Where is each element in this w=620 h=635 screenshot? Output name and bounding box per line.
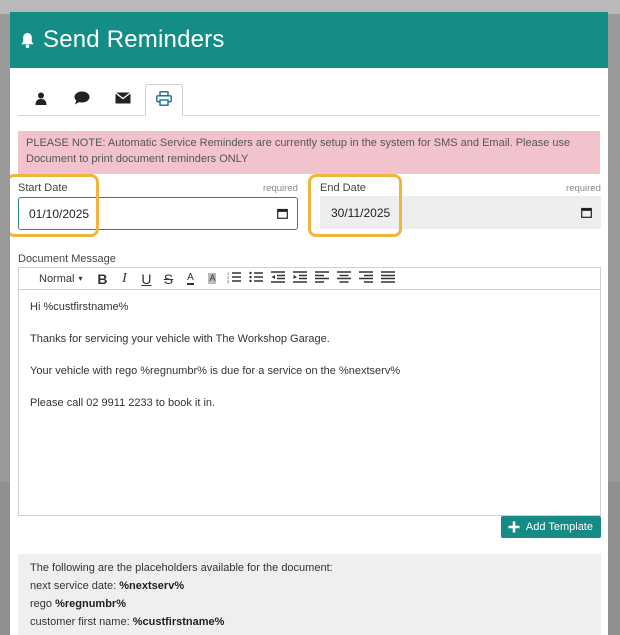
placeholder-code: %regnumbr% (55, 598, 126, 610)
tab-email[interactable] (104, 84, 142, 115)
bold-button[interactable]: B (91, 270, 113, 288)
placeholder-label: customer first name: (30, 616, 133, 628)
italic-icon: I (122, 270, 127, 286)
plus-icon (508, 521, 520, 533)
background-color-icon: A (208, 273, 217, 284)
indent-decrease-icon (271, 271, 286, 286)
tab-sms[interactable] (63, 84, 101, 115)
editor-toolbar: Normal ▾ B I U S A A 123 (19, 268, 600, 290)
placeholder-code: %custfirstname% (132, 616, 225, 628)
rich-text-editor: Normal ▾ B I U S A A 123 Hi %custfirstna… (18, 267, 601, 516)
align-justify-icon (381, 271, 396, 286)
tab-document[interactable] (145, 84, 183, 116)
align-right-icon (359, 271, 374, 286)
start-date-highlight (10, 174, 99, 237)
align-center-button[interactable] (333, 270, 355, 288)
calendar-icon[interactable] (571, 207, 601, 218)
end-date-required: required (566, 183, 601, 194)
underline-icon: U (141, 270, 152, 287)
date-range-fields: Start Date required 01/10/2025 End Date … (10, 174, 608, 244)
user-icon (35, 92, 47, 108)
heading-select-value: Normal (39, 272, 75, 285)
indent-decrease-button[interactable] (267, 270, 289, 288)
underline-button[interactable]: U (135, 270, 157, 288)
envelope-icon (115, 92, 131, 107)
placeholder-label: rego (30, 598, 56, 610)
modal-header: Send Reminders (10, 12, 608, 68)
end-date-highlight (308, 174, 402, 237)
font-color-button[interactable]: A (179, 270, 201, 288)
align-right-button[interactable] (355, 270, 377, 288)
indent-increase-icon (293, 271, 308, 286)
placeholder-label: next service date: (30, 580, 120, 592)
send-reminders-modal: Send Reminders PLEASE NOTE: Automatic Se… (10, 12, 608, 635)
calendar-icon[interactable] (267, 208, 297, 219)
placeholder-row: next service date: %nextserv% (30, 577, 589, 595)
bullet-list-button[interactable] (245, 270, 267, 288)
message-line: Your vehicle with rego %regnumbr% is due… (30, 365, 401, 377)
indent-increase-button[interactable] (289, 270, 311, 288)
add-template-label: Add Template (525, 521, 593, 533)
background-color-button[interactable]: A (201, 270, 223, 288)
placeholder-row: customer first name: %custfirstname% (30, 613, 589, 631)
info-alert: PLEASE NOTE: Automatic Service Reminders… (18, 131, 600, 174)
message-line: Hi %custfirstname% (30, 301, 129, 313)
start-date-required: required (263, 183, 298, 194)
align-justify-button[interactable] (377, 270, 399, 288)
bold-icon: B (97, 270, 108, 287)
bell-icon (18, 31, 36, 49)
placeholder-row: rego %regnumbr% (30, 595, 589, 613)
strikethrough-icon: S (163, 270, 174, 287)
tab-customer[interactable] (22, 84, 60, 115)
align-left-icon (315, 271, 330, 286)
add-template-button[interactable]: Add Template (500, 516, 601, 538)
strikethrough-button[interactable]: S (157, 270, 179, 288)
align-center-icon (337, 271, 352, 286)
updown-icon: ▾ (78, 274, 83, 283)
document-message-label: Document Message (18, 253, 116, 265)
tab-bar (18, 76, 600, 116)
heading-select[interactable]: Normal ▾ (39, 273, 82, 285)
printer-icon (156, 91, 172, 109)
modal-title: Send Reminders (43, 26, 225, 53)
placeholders-intro: The following are the placeholders avail… (30, 562, 333, 574)
placeholders-panel: The following are the placeholders avail… (18, 554, 601, 635)
font-color-icon: A (187, 271, 194, 285)
italic-button[interactable]: I (113, 270, 135, 288)
bullet-list-icon (249, 271, 264, 286)
editor-content[interactable]: Hi %custfirstname% Thanks for servicing … (19, 290, 600, 515)
chat-bubble-icon (74, 91, 90, 108)
message-line: Please call 02 9911 2233 to book it in. (30, 397, 216, 409)
message-line: Thanks for servicing your vehicle with T… (30, 333, 330, 345)
ordered-list-icon: 123 (227, 271, 242, 286)
ordered-list-button[interactable]: 123 (223, 270, 245, 288)
placeholder-code: %nextserv% (119, 580, 185, 592)
svg-text:3: 3 (227, 279, 230, 283)
align-left-button[interactable] (311, 270, 333, 288)
